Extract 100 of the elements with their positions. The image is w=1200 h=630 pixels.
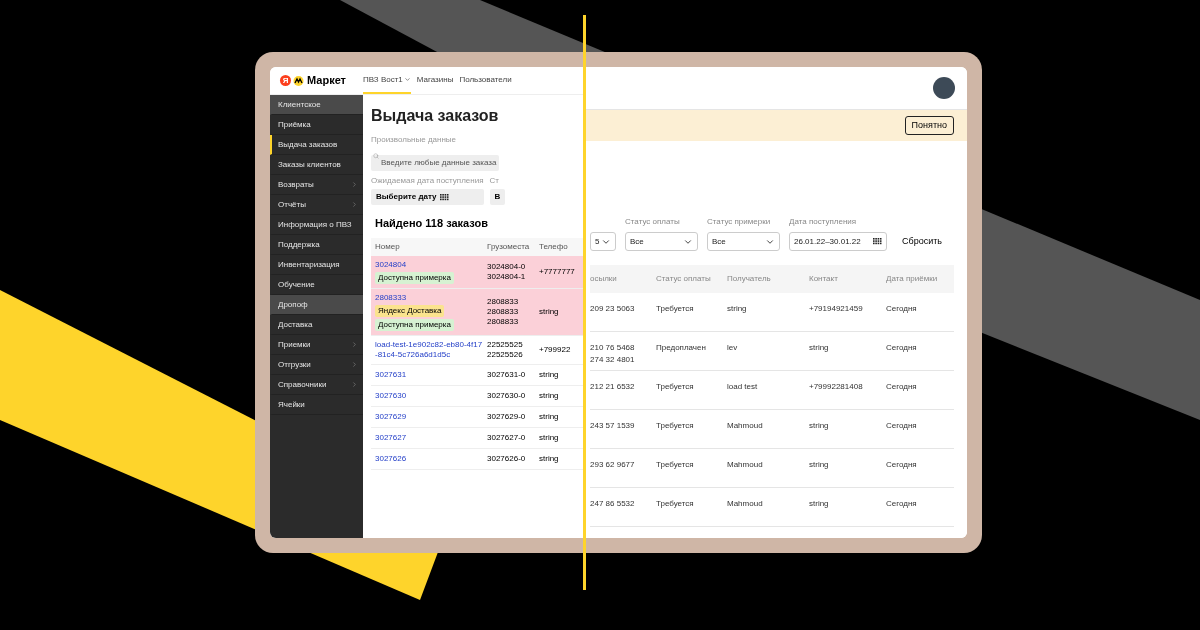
- table-cell-text: 247 86 5532: [590, 498, 636, 510]
- order-link[interactable]: 3024804: [375, 259, 483, 270]
- table-cell-text: 212 21 6532: [590, 381, 636, 393]
- found-count: Найдено 118 заказов: [375, 216, 490, 231]
- table-cell-text: Сегодня: [886, 420, 918, 432]
- table-cell-text: Предоплачен: [656, 342, 707, 354]
- column-header: Грузоместа: [487, 240, 531, 253]
- filter-select[interactable]: Все: [707, 232, 780, 251]
- nav-tab[interactable]: Пользователи: [459, 67, 512, 94]
- table-cell-text: 22525525: [487, 339, 524, 350]
- table-cell-text: Сегодня: [886, 303, 918, 315]
- table-cell-text: load test: [727, 381, 759, 393]
- filter-label: Статус примерки: [707, 216, 772, 228]
- table-cell-text: +79194921459: [809, 303, 864, 315]
- table-cell: string: [539, 410, 559, 423]
- table-cell: string: [539, 452, 559, 465]
- column-header: Номер: [375, 240, 401, 253]
- table-cell-text: Требуется: [656, 420, 695, 432]
- sidebar-item[interactable]: Выдача заказов: [270, 135, 363, 155]
- table-cell-text: 3027630-0: [487, 390, 527, 401]
- table-cell-text: 3027631-0: [487, 369, 527, 380]
- filter-label: Дата поступления: [789, 216, 858, 228]
- sidebar-item[interactable]: Клиентское: [270, 95, 363, 115]
- nav-tab[interactable]: Магазины: [416, 67, 454, 94]
- table-row[interactable]: 2808333 Яндекс Доставка Доступна примерка 2808833 2808833 2808833 string: [371, 288, 584, 336]
- table-cell-text: 274 32 4801: [590, 354, 636, 366]
- table-cell-text: string: [809, 498, 830, 510]
- calendar-icon: [439, 193, 449, 201]
- column-header: осылки: [590, 273, 618, 285]
- column-header: Дата приёмки: [886, 273, 939, 285]
- tag: Доступна примерка: [375, 271, 454, 284]
- table-cell-text: 3024804-0: [487, 261, 527, 272]
- order-link[interactable]: 3027626: [375, 453, 483, 464]
- table-cell-text: 3027629-0: [487, 411, 527, 422]
- column-header: Телефо: [539, 240, 568, 253]
- table-cell-text: 3027626-0: [487, 453, 527, 464]
- table-cell-text: 243 57 1539: [590, 420, 636, 432]
- filter-label: Произвольные данные: [371, 134, 458, 146]
- search-field[interactable]: Введите любые данные заказа: [371, 154, 499, 171]
- table-cell-text: string: [809, 342, 830, 354]
- logo-icon: [293, 75, 304, 86]
- column-header: Контакт: [809, 273, 839, 285]
- filter-select[interactable]: 26.01.22–30.01.22: [789, 232, 887, 251]
- nav-tab[interactable]: ПВЗ Вост1: [363, 67, 411, 94]
- got-it-button[interactable]: Понятно: [904, 115, 954, 136]
- table-cell: string: [539, 368, 559, 381]
- tag: Доступна примерка: [375, 318, 454, 331]
- avatar[interactable]: [933, 77, 955, 99]
- table-cell-text: Сегодня: [886, 342, 918, 354]
- table-row[interactable]: 3024804 Доступна примерка 3024804-0 3024804-1 +7777777: [371, 255, 584, 289]
- table-cell-text: string: [809, 420, 830, 432]
- logo-text: Маркет: [307, 73, 346, 89]
- table-cell: string: [539, 431, 559, 444]
- table-cell: string: [539, 305, 559, 318]
- order-link[interactable]: 3027630: [375, 390, 483, 401]
- table-cell-text: string: [809, 459, 830, 471]
- table-cell-text: Требуется: [656, 303, 695, 315]
- logo-mark: Я: [280, 75, 291, 86]
- column-header: Получатель: [727, 273, 772, 285]
- table-cell-text: 293 62 9677: [590, 459, 636, 471]
- table-cell-text: Сегодня: [886, 498, 918, 510]
- filter-label: Статус оплаты: [625, 216, 681, 228]
- filter-button[interactable]: В: [489, 189, 506, 205]
- column-header: Статус оплаты: [656, 273, 712, 285]
- sidebar-item[interactable]: Дропоф: [270, 295, 363, 315]
- order-link[interactable]: 3027627: [375, 432, 483, 443]
- table-cell-text: 22525526: [487, 349, 524, 360]
- order-link[interactable]: 2808333: [375, 292, 483, 303]
- table-cell-text: Mahmoud: [727, 498, 764, 510]
- table-cell-text: 2808833: [487, 316, 520, 327]
- table-cell-text: Mahmoud: [727, 459, 764, 471]
- table-cell-text: 209 23 5063: [590, 303, 636, 315]
- table-cell-text: 3024804-1: [487, 271, 527, 282]
- table-cell-text: 2808833: [487, 306, 520, 317]
- order-link[interactable]: load-test-1e902c82-eb80-4f17-81c4-5c726a6d1d5c: [375, 339, 483, 360]
- reset-button[interactable]: Сбросить: [902, 232, 942, 251]
- table-cell-text: +79992281408: [809, 381, 864, 393]
- table-cell-text: Требуется: [656, 381, 695, 393]
- table-cell-text: lev: [727, 342, 739, 354]
- table-cell-text: 210 76 5468: [590, 342, 636, 354]
- search-icon: [373, 153, 379, 159]
- date-button[interactable]: Выберите дату: [371, 189, 484, 205]
- filter-label: Ст: [489, 175, 500, 187]
- order-link[interactable]: 3027631: [375, 369, 483, 380]
- table-cell-text: 3027627-0: [487, 432, 527, 443]
- table-cell: string: [539, 389, 559, 402]
- table-cell-text: string: [727, 303, 748, 315]
- table-cell: +7777777: [539, 265, 575, 278]
- filter-select[interactable]: 5: [590, 232, 616, 251]
- table-cell-text: Сегодня: [886, 459, 918, 471]
- filter-select[interactable]: Все: [625, 232, 698, 251]
- table-cell-text: Требуется: [656, 459, 695, 471]
- filter-label: Ожидаемая дата поступления: [371, 175, 484, 187]
- table-cell-text: Mahmoud: [727, 420, 764, 432]
- tag: Яндекс Доставка: [375, 304, 445, 317]
- table-cell: +799922: [539, 343, 571, 356]
- table-cell-text: Сегодня: [886, 381, 918, 393]
- table-cell-text: 2808833: [487, 296, 520, 307]
- order-link[interactable]: 3027629: [375, 411, 483, 422]
- table-cell-text: Требуется: [656, 498, 695, 510]
